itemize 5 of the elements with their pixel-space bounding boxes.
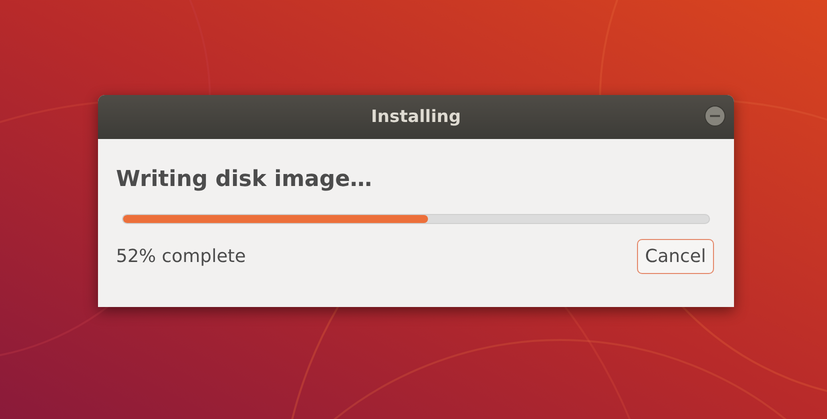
progress-text: 52% complete <box>116 246 246 267</box>
minimize-icon[interactable] <box>704 105 726 127</box>
window-title: Installing <box>371 107 461 127</box>
status-heading: Writing disk image… <box>116 167 374 192</box>
cancel-button[interactable]: Cancel <box>637 239 714 274</box>
